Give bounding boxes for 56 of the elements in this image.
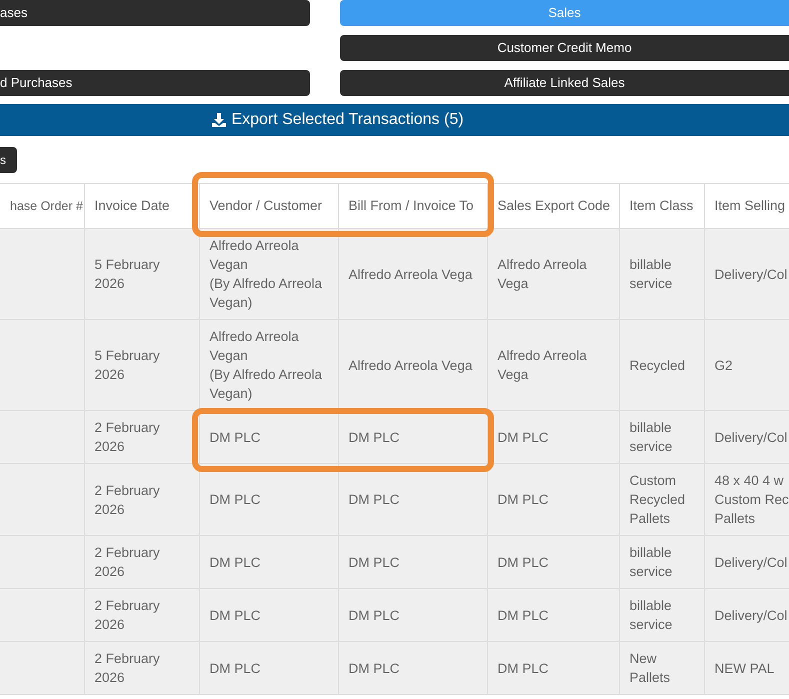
nav-button[interactable]: Affiliate Linked Sales	[340, 70, 789, 96]
table-cell: billable service	[630, 545, 672, 579]
table-cell: 2 February 2026	[94, 482, 160, 516]
table-cell: DM PLC	[498, 430, 549, 444]
table-cell: Alfredo Arreola Vega	[498, 257, 587, 291]
table-cell: DM PLC	[348, 430, 400, 444]
export-button[interactable]: Export Selected Transactions (5)	[0, 104, 789, 136]
table-cell: Delivery/Col	[714, 430, 788, 444]
column-header[interactable]: Item Selling	[704, 184, 789, 228]
table-cell: Delivery/Col	[714, 608, 788, 622]
table-cell: 2 February 2026	[94, 598, 160, 632]
table-cell: billable service	[630, 257, 672, 291]
download-icon	[211, 112, 228, 128]
table-cell: Alfredo Arreola Vegan (By Alfredo Arreola Vegan)	[210, 329, 322, 401]
table-cell: DM PLC	[498, 608, 549, 622]
column-header[interactable]: Vendor / Customer	[199, 184, 338, 228]
table-cell: DM PLC	[348, 554, 400, 570]
nav-button[interactable]: ases	[0, 0, 310, 26]
nav-button[interactable]: Customer Credit Memo	[340, 35, 789, 61]
table-cell: 48 x 40 4 w Custom Rec Pallets	[714, 473, 789, 526]
table-cell: Alfredo Arreola Vega	[498, 348, 587, 382]
table-cell: billable service	[630, 420, 672, 454]
table-cell: DM PLC	[210, 660, 261, 676]
column-header[interactable]: Invoice Date	[84, 184, 199, 228]
table-cell: DM PLC	[210, 554, 261, 570]
table-cell: 2 February 2026	[94, 651, 160, 685]
table-cell: DM PLC	[348, 492, 400, 507]
table-cell: billable service	[630, 598, 672, 632]
table-cell: DM PLC	[210, 608, 261, 622]
table-cell: DM PLC	[348, 608, 400, 622]
column-header[interactable]: Bill From / Invoice To	[338, 184, 487, 228]
table-cell: DM PLC	[210, 430, 261, 444]
table-cell: DM PLC	[498, 554, 549, 570]
table-cell: Custom Recycled Pallets	[630, 473, 686, 526]
nav-button[interactable]: Sales	[340, 0, 789, 26]
table-cell: 2 February 2026	[94, 545, 160, 579]
table-cell: DM PLC	[210, 492, 261, 507]
table-cell: 2 February 2026	[94, 420, 160, 454]
table-cell: Alfredo Arreola Vega	[348, 358, 472, 372]
column-header[interactable]: Item Class	[619, 184, 704, 228]
table-cell: DM PLC	[498, 660, 549, 676]
table-cell: G2	[714, 358, 733, 372]
table-cell: Delivery/Col	[714, 554, 788, 570]
table-cell: Alfredo Arreola Vegan (By Alfredo Arreola Vegan)	[210, 238, 322, 310]
table-cell: Alfredo Arreola Vega	[348, 266, 472, 282]
column-header[interactable]: hase Order #	[0, 184, 84, 228]
table-cell: NEW PAL	[714, 660, 774, 676]
filter-button[interactable]: s	[0, 147, 17, 173]
table-cell: Recycled	[630, 358, 686, 372]
table-cell: 5 February 2026	[94, 257, 160, 291]
table-cell: Delivery/Col	[714, 266, 788, 282]
nav-button[interactable]: d Purchases	[0, 70, 310, 96]
table-cell: 5 February 2026	[94, 348, 160, 382]
table-cell: DM PLC	[498, 492, 549, 507]
table-cell: New Pallets	[630, 651, 670, 685]
table-cell: DM PLC	[348, 660, 400, 676]
